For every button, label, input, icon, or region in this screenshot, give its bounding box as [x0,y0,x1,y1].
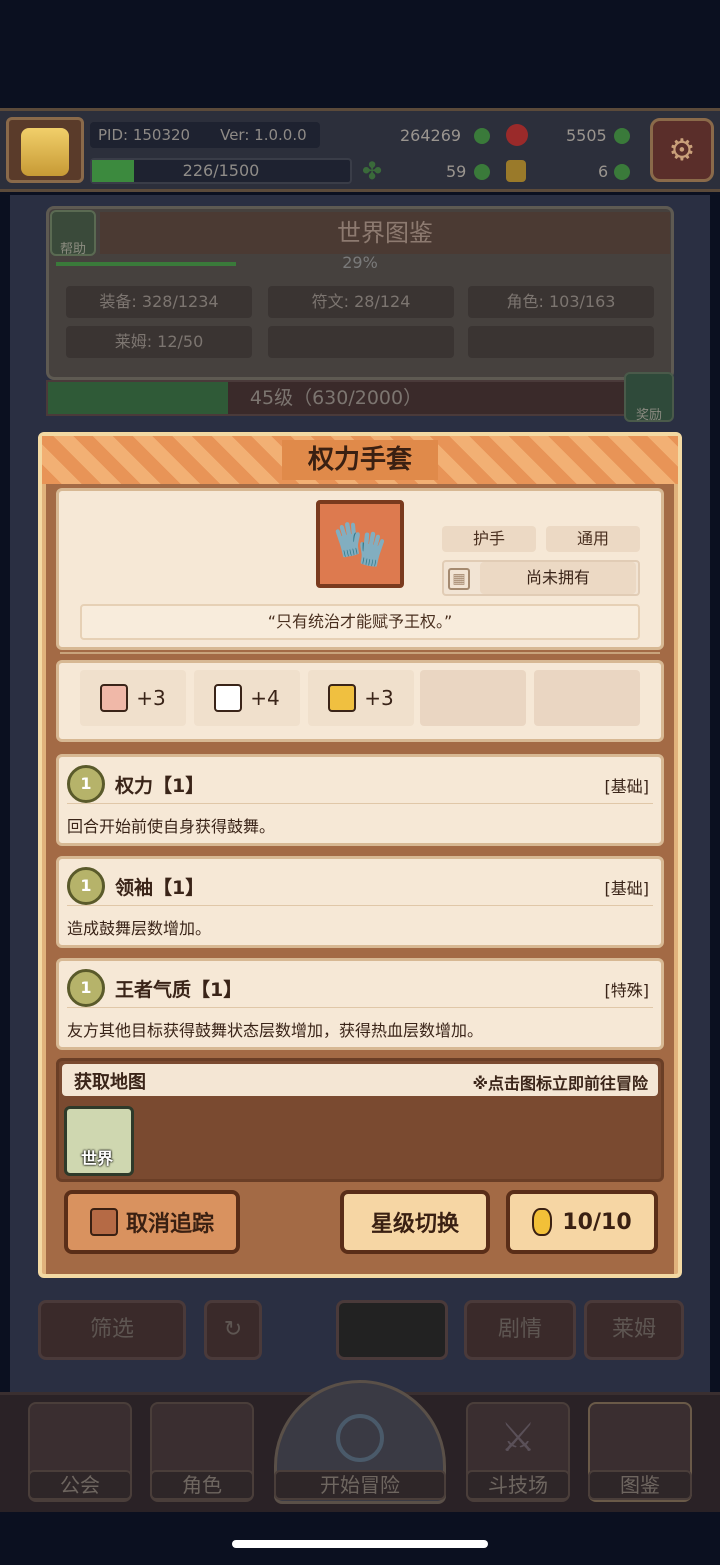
key-icon [506,160,526,182]
skill-type: [特殊] [604,981,650,1000]
skill-name: 王者气质【1】 [115,979,243,1001]
filter-button[interactable]: 筛选 [38,1300,186,1360]
stat-power: +3 [80,670,186,726]
skill-name: 领袖【1】 [115,877,205,899]
stat-empty-1 [268,326,454,358]
stamina-text: 226/1500 [182,161,260,180]
add-key-icon[interactable] [614,164,630,180]
crossed-swords-icon: ⚔ [500,1415,536,1461]
stat-agility: +3 [308,670,414,726]
nav-arena-label: 斗技场 [466,1470,570,1500]
tag-class: 通用 [546,526,640,552]
modal-title: 权力手套 [281,440,438,480]
gear-icon: ⚙ [668,132,696,168]
skill-description: 造成鼓舞层数增加。 [67,919,212,938]
story-button[interactable]: 剧情 [464,1300,576,1360]
skill-card: 1 领袖【1】 [基础] 造成鼓舞层数增加。 [56,856,664,948]
clover-count: 59 [446,162,467,181]
cancel-tracking-button[interactable]: 取消追踪 [64,1190,240,1254]
stat-slot-empty-2 [534,670,640,726]
magnifier-icon [336,1414,384,1462]
skill-description: 回合开始前使自身获得鼓舞。 [67,817,276,836]
nav-guild-label: 公会 [28,1470,132,1500]
book-icon [214,684,243,712]
skill-name: 权力【1】 [115,775,205,797]
star-switch-button[interactable]: 星级切换 [340,1190,490,1254]
stat-empty-2 [468,326,654,358]
add-clover-icon[interactable] [474,164,490,180]
stat-slot-empty-1 [420,670,526,726]
stat-power-value: +3 [136,686,166,710]
world-percent: 29% [342,253,378,272]
coin-count-label: 10/10 [562,1209,632,1235]
codex-level-text: 45级（630/2000） [249,387,423,409]
gauntlet-icon: 🧤 [316,500,404,588]
help-button[interactable]: 帮助 [50,210,96,257]
acquire-map-header: 获取地图 ※点击图标立即前往冒险 [62,1064,658,1096]
reward-label: 奖励 [635,408,662,423]
gem-count: 5505 [566,126,607,145]
skill-card: 1 权力【1】 [基础] 回合开始前使自身获得鼓舞。 [56,754,664,846]
fist-icon [100,684,129,712]
pid-text: PID: 150320 [98,126,191,144]
home-indicator[interactable] [232,1540,488,1548]
collection-icon: ▦ [448,568,470,590]
stat-intellect: +4 [194,670,300,726]
skill-card: 1 王者气质【1】 [特殊] 友方其他目标获得鼓舞状态层数增加，获得热血层数增加… [56,958,664,1050]
skill-description: 友方其他目标获得鼓舞状态层数增加，获得热血层数增加。 [67,1021,484,1040]
pid-label: PID: 150320 Ver: 1.0.0.0 [90,122,320,148]
nav-adventure-label: 开始冒险 [274,1470,446,1500]
divider [60,652,660,660]
star-switch-label: 星级切换 [370,1212,459,1237]
world-map-label: 世界 [81,1149,114,1168]
add-gold-icon[interactable] [474,128,490,144]
stat-runes: 符文: 28/124 [268,286,454,318]
thumbs-up-icon [89,1208,118,1236]
skill-level-badge: 1 [67,969,105,1007]
stat-intellect-value: +4 [250,686,280,710]
lime-label: 莱姆 [611,1317,656,1342]
player-avatar[interactable] [6,117,84,183]
stat-equipment: 装备: 328/1234 [66,286,252,318]
stamina-bar: 226/1500 [90,158,352,184]
modal-title-bar: 权力手套 [42,436,678,484]
help-label: 帮助 [59,242,86,257]
lime-button[interactable]: 莱姆 [584,1300,684,1360]
gold-count: 264269 [400,126,462,145]
key-count: 6 [598,162,609,181]
filter-label: 筛选 [89,1317,134,1342]
refresh-button[interactable]: ↻ [204,1300,262,1360]
coin-count-button[interactable]: 10/10 [506,1190,658,1254]
cancel-tracking-label: 取消追踪 [125,1212,214,1237]
settings-button[interactable]: ⚙ [650,118,714,182]
world-map-icon[interactable]: 世界 [64,1106,134,1176]
skill-type: [基础] [604,777,650,796]
skill-level-badge: 1 [67,765,105,803]
world-title: 世界图鉴 [100,212,670,254]
codex-level-bar: 45级（630/2000） [46,380,626,416]
version-text: Ver: 1.0.0.0 [220,126,307,144]
stat-agility-value: +3 [364,686,394,710]
ownership-status: 尚未拥有 [480,562,636,594]
boot-icon [328,684,357,712]
gold-gem-icon [532,1208,553,1236]
stat-lime: 莱姆: 12/50 [66,326,252,358]
nav-character-label: 角色 [150,1470,254,1500]
blank-button [336,1300,448,1360]
tag-slot: 护手 [442,526,536,552]
story-label: 剧情 [497,1317,542,1342]
item-quote: “只有统治才能赋予王权。” [80,604,640,640]
refresh-icon: ↻ [223,1317,243,1342]
nav-codex-label: 图鉴 [588,1470,692,1500]
stat-characters: 角色: 103/163 [468,286,654,318]
gem-icon [506,124,528,146]
add-gem-icon[interactable] [614,128,630,144]
clover-icon: ✤ [362,157,383,185]
acquire-map-title: 获取地图 [74,1072,146,1093]
skill-type: [基础] [604,879,650,898]
skill-level-badge: 1 [67,867,105,905]
acquire-map-hint: ※点击图标立即前往冒险 [472,1074,648,1093]
reward-button[interactable]: 奖励 [624,372,674,423]
